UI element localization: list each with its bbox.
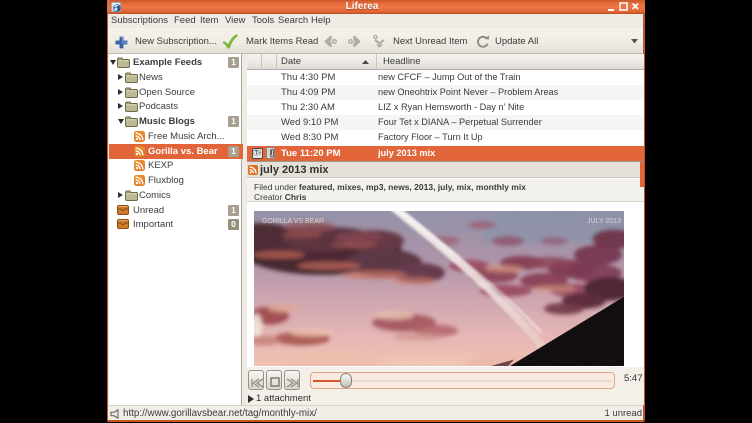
svg-text:JULY 2013: JULY 2013 bbox=[587, 218, 621, 225]
svg-text:T: T bbox=[255, 150, 258, 156]
svg-text:GORILLA VS BEAR: GORILLA VS BEAR bbox=[262, 218, 324, 225]
